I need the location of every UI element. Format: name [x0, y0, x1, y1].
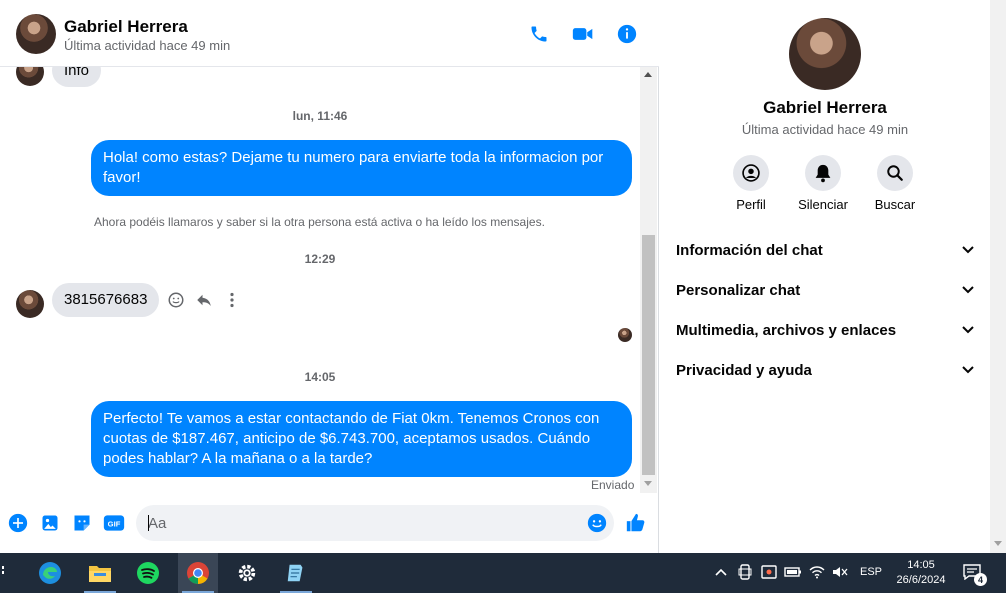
clock-time: 14:05 [907, 559, 935, 571]
chevron-down-icon [960, 322, 976, 338]
incoming-message[interactable]: Info [52, 67, 102, 87]
seen-indicator-avatar [618, 328, 632, 342]
wifi-icon[interactable] [808, 563, 826, 581]
section-label: Información del chat [676, 241, 823, 259]
search-button[interactable]: Buscar [865, 155, 925, 212]
contact-status: Última actividad hace 49 min [64, 38, 231, 53]
file-explorer-icon[interactable] [80, 553, 120, 593]
chevron-down-icon [960, 362, 976, 378]
timestamp: lun, 11:46 [292, 109, 348, 123]
bell-icon [805, 155, 841, 191]
battery-icon[interactable] [784, 563, 802, 581]
sender-avatar [16, 67, 44, 86]
section-label: Multimedia, archivos y enlaces [676, 321, 897, 339]
more-options-icon[interactable] [222, 290, 242, 310]
timestamp: 14:05 [304, 370, 336, 384]
plus-icon[interactable] [7, 512, 29, 534]
text-cursor [148, 515, 149, 531]
task-view-icon[interactable] [0, 553, 12, 593]
gif-label: GIF [108, 519, 121, 528]
edge-icon[interactable] [30, 553, 70, 593]
taskbar: ESP 14:05 26/6/2024 4 [0, 553, 1006, 593]
composer: GIF [0, 499, 659, 553]
emoji-react-icon[interactable] [166, 290, 186, 310]
settings-gear-icon[interactable] [227, 553, 267, 593]
mute-label: Silenciar [798, 197, 848, 212]
info-icon[interactable] [615, 22, 639, 46]
scroll-thumb[interactable] [642, 235, 655, 475]
timestamp: 12:29 [304, 252, 336, 266]
profile-button[interactable]: Perfil [721, 155, 781, 212]
contact-avatar[interactable] [16, 14, 56, 54]
chat-header: Gabriel Herrera Última actividad hace 49… [0, 0, 659, 67]
profile-icon [733, 155, 769, 191]
section-media-files-links[interactable]: Multimedia, archivos y enlaces [676, 310, 976, 350]
chat-info-panel: Gabriel Herrera Última actividad hace 49… [660, 0, 990, 553]
sender-avatar [16, 290, 44, 318]
notification-badge: 4 [974, 573, 987, 586]
security-icon[interactable] [760, 563, 778, 581]
chevron-up-icon[interactable] [712, 563, 730, 581]
mute-button[interactable]: Silenciar [793, 155, 853, 212]
section-chat-info[interactable]: Información del chat [676, 230, 976, 270]
scroll-down-arrow[interactable] [644, 481, 652, 486]
incoming-message[interactable]: 3815676683 [52, 283, 160, 317]
system-note: Ahora podéis llamaros y saber si la otra… [94, 215, 545, 229]
message-list[interactable]: Info lun, 11:46 Hola! como estas? Dejame… [0, 67, 640, 493]
chrome-icon[interactable] [178, 553, 218, 593]
profile-label: Perfil [736, 197, 766, 212]
sent-status: Enviado [591, 478, 635, 492]
outgoing-message[interactable]: Perfecto! Te vamos a estar contactando d… [91, 401, 632, 477]
screen: Gabriel Herrera Última actividad hace 49… [0, 0, 1006, 593]
scroll-up-arrow[interactable] [644, 72, 652, 77]
chevron-down-icon [960, 282, 976, 298]
contact-name[interactable]: Gabriel Herrera [64, 17, 188, 37]
sticker-icon[interactable] [71, 512, 93, 534]
volume-muted-icon[interactable] [831, 563, 849, 581]
section-privacy-help[interactable]: Privacidad y ayuda [676, 350, 976, 390]
reply-icon[interactable] [194, 290, 214, 310]
search-label: Buscar [874, 197, 916, 212]
page-scrollbar[interactable] [990, 0, 1006, 553]
chat-scrollbar[interactable] [640, 67, 657, 493]
chevron-down-icon [960, 242, 976, 258]
chat-pane: Gabriel Herrera Última actividad hace 49… [0, 0, 659, 553]
gif-icon[interactable]: GIF [103, 512, 125, 534]
clock-date: 26/6/2024 [896, 574, 946, 586]
message-input[interactable] [136, 505, 614, 541]
phone-link-icon[interactable] [736, 563, 754, 581]
phone-icon[interactable] [527, 22, 551, 46]
panel-contact-status: Última actividad hace 49 min [741, 122, 909, 137]
image-icon[interactable] [39, 512, 61, 534]
section-customize-chat[interactable]: Personalizar chat [676, 270, 976, 310]
section-label: Personalizar chat [676, 281, 801, 299]
section-label: Privacidad y ayuda [676, 361, 812, 379]
search-icon [877, 155, 913, 191]
language-indicator[interactable]: ESP [860, 566, 882, 578]
video-icon[interactable] [571, 22, 595, 46]
spotify-icon[interactable] [128, 553, 168, 593]
scroll-down-arrow[interactable] [994, 541, 1002, 546]
outgoing-message[interactable]: Hola! como estas? Dejame tu numero para … [91, 140, 632, 196]
panel-contact-name: Gabriel Herrera [763, 98, 887, 117]
panel-avatar[interactable] [789, 18, 861, 90]
notepad-icon[interactable] [276, 553, 316, 593]
emoji-icon[interactable] [586, 512, 608, 534]
clock[interactable]: 14:05 26/6/2024 [890, 558, 952, 588]
thumbs-up-icon[interactable] [625, 512, 647, 534]
